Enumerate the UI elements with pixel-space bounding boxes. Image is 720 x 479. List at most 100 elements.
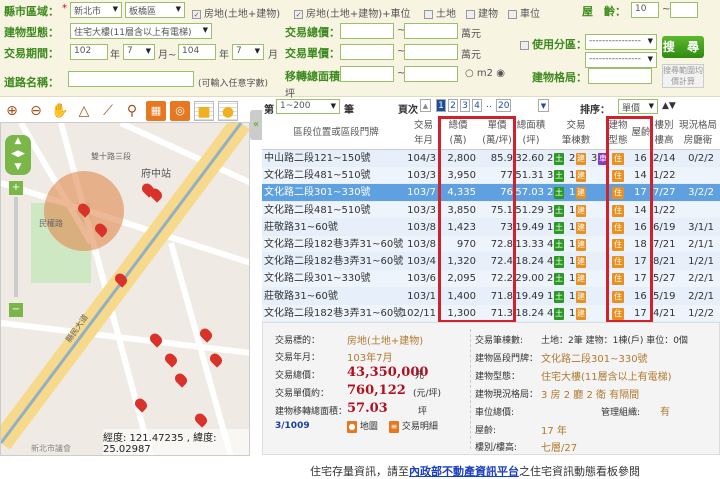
sort-asc-desc-icon[interactable]: ▲▼ <box>662 101 676 111</box>
pin-select-icon[interactable]: ⚲ <box>122 101 142 121</box>
range-select[interactable]: 1~200 <box>276 99 340 114</box>
measure-area-icon[interactable]: △ <box>74 101 94 121</box>
platform-link[interactable]: 內政部不動產資訊平台 <box>409 465 519 478</box>
floor-cell: 7/21 <box>653 239 676 250</box>
city-select[interactable]: 新北市 <box>70 2 122 18</box>
check-0[interactable]: ✓ 房地(土地+建物) <box>192 5 280 20</box>
col-header[interactable]: 總面積 (坪) <box>516 118 546 148</box>
page-3[interactable]: 3 <box>460 99 470 112</box>
check-2[interactable]: 土地 <box>424 5 456 20</box>
page-2[interactable]: 2 <box>448 99 458 112</box>
zone-select-1[interactable]: ---------------- <box>585 34 657 50</box>
col-header[interactable]: 區段位置或區段門牌 <box>262 125 410 140</box>
unit-from-input[interactable] <box>340 44 394 60</box>
sort-select[interactable]: 單價 <box>618 99 658 114</box>
bldg-badge: 建 <box>576 290 586 303</box>
map-toolbar: ⊕ ⊖ ✋ △ ⟋ ⚲ ▦ ◎ ■ ● <box>0 99 250 122</box>
avg-price-button[interactable]: 搜尋範圍均價計算 <box>662 64 704 88</box>
age-label: 屋齡: <box>475 426 497 436</box>
col-header[interactable]: 現況格局 房廳衛 <box>676 118 720 148</box>
layout-value: 3 房 2 廳 2 衛 有隔間 <box>541 390 640 401</box>
area-cell: 51.29 <box>515 204 544 216</box>
locate-icon[interactable]: ◎ <box>170 100 190 121</box>
type-select[interactable]: 住宅大樓(11層含以上有電梯) <box>70 23 212 39</box>
zoom-slider[interactable] <box>14 197 18 297</box>
check-3[interactable]: 建物 <box>466 5 498 20</box>
year-to-input[interactable]: 104 <box>178 44 216 60</box>
highlight-type-age <box>606 116 653 323</box>
zone-check[interactable]: 使用分區： <box>520 36 587 52</box>
pagination: 1 2 3 4.. 20 <box>436 99 512 112</box>
area-from-input[interactable] <box>340 66 394 82</box>
district-select[interactable]: 板橋區 <box>125 2 185 18</box>
count-value: 1 <box>569 204 576 216</box>
check-1[interactable]: ✓ 房地(土地+建物)+車位 <box>294 5 411 20</box>
count-value: 1 <box>569 239 576 250</box>
col-header[interactable]: 交易 筆棟數 <box>546 118 606 148</box>
pan-hand-icon[interactable]: ✋ <box>50 101 70 121</box>
date-cell: 103/1 <box>407 290 436 302</box>
grid-circle-icon[interactable]: ● <box>218 100 238 121</box>
address-cell: 中山路二段121~150號 <box>264 153 371 164</box>
count-value: 2 <box>569 153 576 164</box>
measure-line-icon[interactable]: ⟋ <box>98 101 118 121</box>
unit-unit: (元/坪) <box>413 389 442 399</box>
type-label: 建物型態： <box>4 26 59 39</box>
land-badge: 土 <box>554 187 564 200</box>
pan-control[interactable]: ▲ ◀▶ ▼ <box>5 135 31 175</box>
map-roads <box>1 123 249 455</box>
zoom-minus-button[interactable]: − <box>9 303 23 317</box>
map[interactable]: ▲ ◀▶ ▼ + − 雙十路三段 府中站 民權路 縣民大道 新北市議會 經度: 12… <box>0 122 250 456</box>
land-badge: 土 <box>554 153 564 165</box>
ym-value: 103年7月 <box>347 353 393 364</box>
page-1[interactable]: 1 <box>436 99 446 112</box>
area-to-input[interactable] <box>404 66 458 82</box>
age-from-input[interactable]: 10 <box>631 2 659 18</box>
road-input[interactable] <box>68 71 194 87</box>
zoom-in-icon[interactable]: ⊕ <box>2 101 22 121</box>
col-header[interactable]: 樓別 樓高 <box>652 118 676 148</box>
map-label: 府中站 <box>141 169 171 180</box>
bldg-badge: 建 <box>576 256 586 269</box>
month-from-select[interactable]: 7 <box>123 44 155 60</box>
target-value: 房地(土地+建物) <box>347 336 424 347</box>
grid-square-icon[interactable]: ■ <box>194 100 214 121</box>
collapse-panel-button[interactable]: « <box>250 110 262 140</box>
period-label: 交易期間： <box>4 47 59 60</box>
check-4[interactable]: 車位 <box>508 5 540 20</box>
map-button[interactable]: ● 地圖 <box>347 419 378 433</box>
total-to-input[interactable] <box>404 23 458 39</box>
zoom-out-icon[interactable]: ⊖ <box>26 101 46 121</box>
page-label: 頁次 <box>398 105 418 116</box>
area-unit: 坪 <box>418 407 428 417</box>
page-down-icon[interactable]: ▼ <box>538 99 549 112</box>
year-from-input[interactable]: 102 <box>70 44 108 60</box>
search-button[interactable]: 搜 尋 <box>662 36 704 58</box>
address-cell: 莊敬路31~60號 <box>264 221 338 233</box>
area-cell: 57.03 <box>515 187 544 199</box>
age-to-input[interactable] <box>670 2 698 18</box>
floor-cell: 2/14 <box>653 153 676 164</box>
address-cell: 文化路二段481~510號 <box>264 170 371 182</box>
land-badge: 土 <box>554 273 564 286</box>
col-header[interactable]: 交易 年月 <box>410 118 437 148</box>
year-text: 年 <box>110 50 120 61</box>
m2-radio[interactable]: ○ m2 ◉ <box>465 68 505 79</box>
layout-cell: 0/2/2 <box>688 153 714 164</box>
unit-to-input[interactable] <box>404 44 458 60</box>
area-value: 57.03 <box>347 401 388 416</box>
buildings-icon[interactable]: ▦ <box>146 100 166 121</box>
bldg-badge: 建 <box>576 239 586 251</box>
zone-select-2[interactable]: ---------------- <box>585 52 657 68</box>
page-..[interactable]: .. <box>484 99 494 112</box>
detail-button[interactable]: ≡ 交易明細 <box>389 419 438 433</box>
layout-input[interactable] <box>588 68 652 84</box>
zoom-plus-button[interactable]: + <box>9 181 23 195</box>
count-value: 1 <box>547 290 554 302</box>
total-from-input[interactable] <box>340 23 394 39</box>
month-to-select[interactable]: 7 <box>232 44 264 60</box>
page-20[interactable]: 20 <box>496 99 512 112</box>
page-up-icon[interactable]: ▲ <box>420 99 431 112</box>
page-4[interactable]: 4 <box>472 99 482 112</box>
area-cell: 32.60 <box>515 153 544 164</box>
